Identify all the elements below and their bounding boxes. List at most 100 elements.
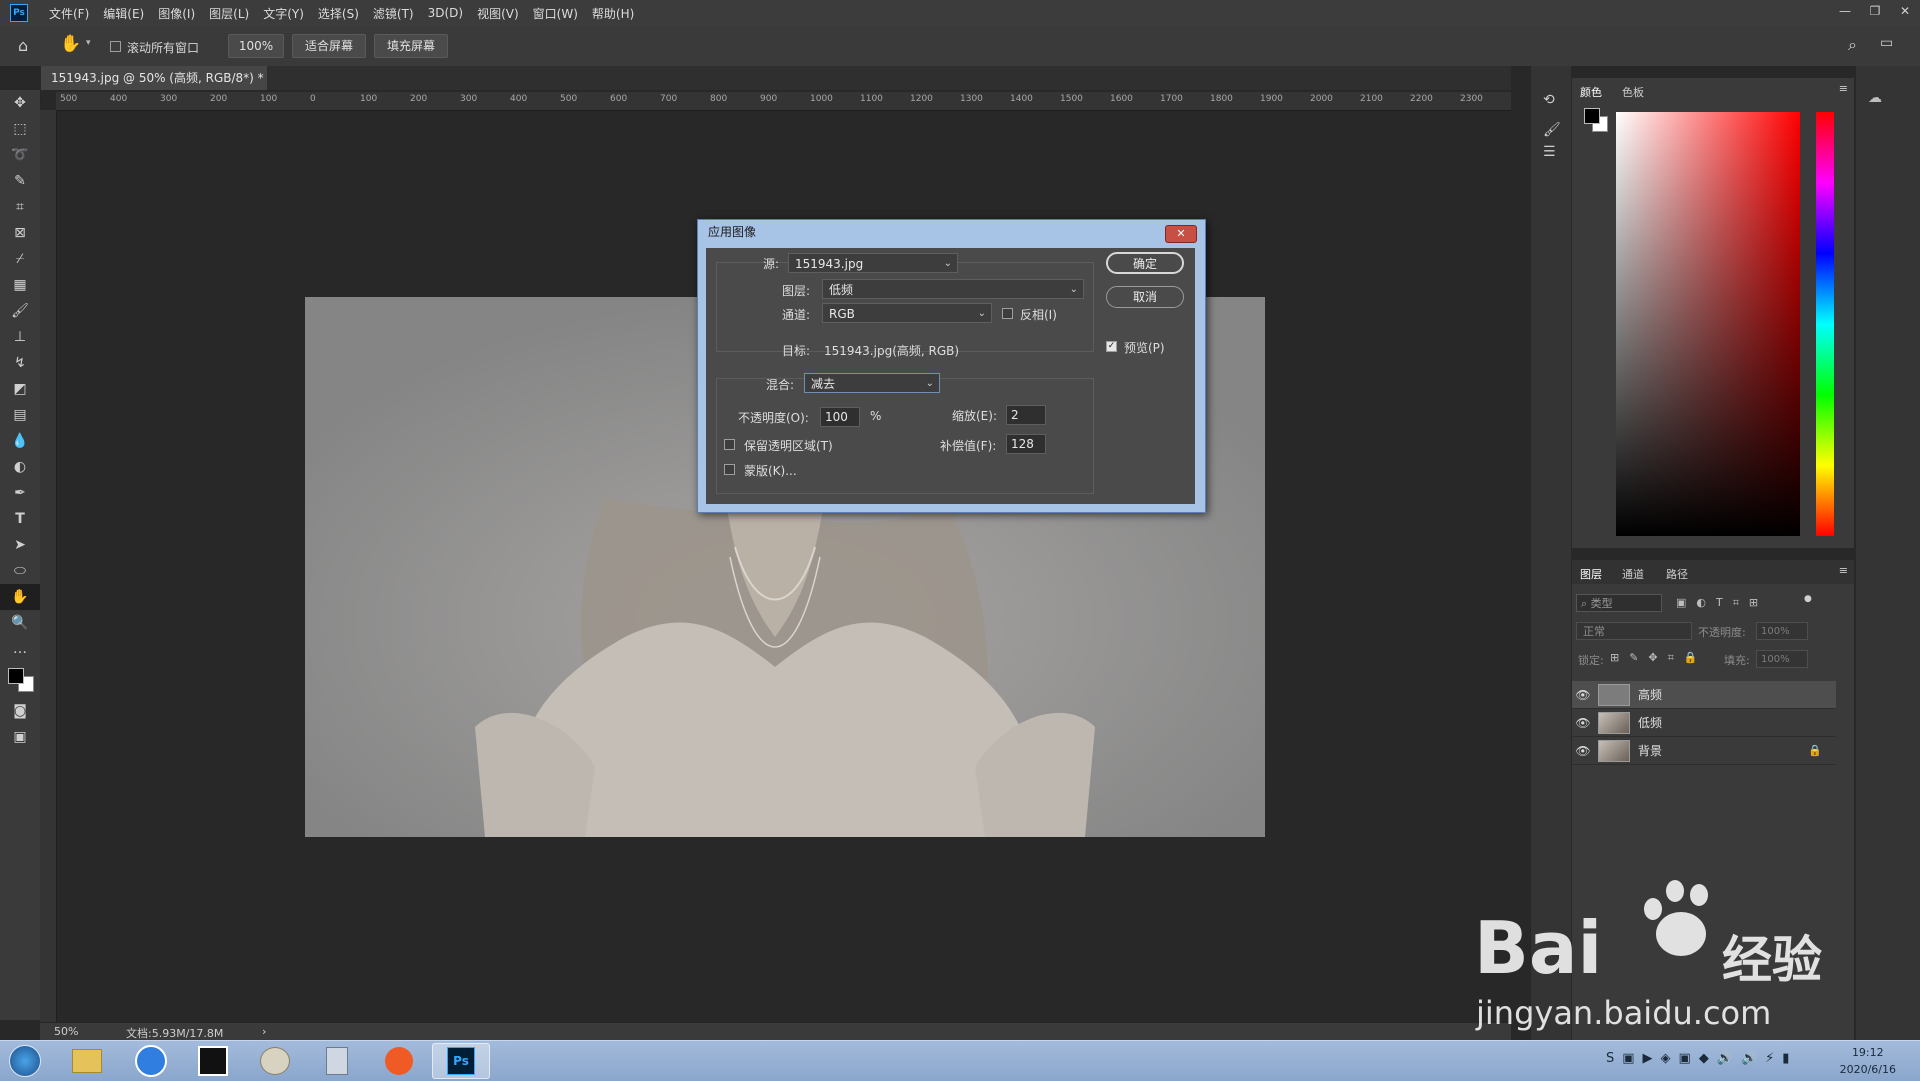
marquee-tool-icon[interactable]: ⬚ [0, 116, 40, 142]
tab-color[interactable]: 颜色 [1580, 84, 1602, 100]
menu-3d[interactable]: 3D(D) [421, 6, 470, 20]
menu-edit[interactable]: 编辑(E) [96, 5, 151, 22]
ok-button[interactable]: 确定 [1106, 252, 1184, 274]
lock-icons[interactable]: ⊞✎✥⌗🔒 [1610, 651, 1708, 665]
menu-select[interactable]: 选择(S) [311, 5, 366, 22]
preserve-transparency-checkbox[interactable] [724, 439, 735, 450]
menu-help[interactable]: 帮助(H) [585, 5, 641, 22]
taskbar-explorer[interactable] [58, 1043, 116, 1079]
foreground-color-swatch[interactable] [1584, 108, 1600, 124]
color-picker-field[interactable] [1616, 112, 1800, 536]
gradient-tool-icon[interactable]: ▤ [0, 402, 40, 428]
cloud-icon[interactable]: ☁ [1868, 90, 1920, 106]
layer-row-low-freq[interactable]: 👁 低频 [1572, 709, 1836, 737]
tab-channels[interactable]: 通道 [1622, 566, 1644, 582]
close-icon[interactable]: ✕ [1890, 0, 1920, 24]
fill-screen-button[interactable]: 填充屏幕 [374, 34, 448, 58]
move-tool-icon[interactable]: ✥ [0, 90, 40, 116]
eye-icon[interactable]: 👁 [1572, 688, 1594, 702]
scale-input[interactable]: 2 [1006, 405, 1046, 425]
home-icon[interactable]: ⌂ [18, 36, 28, 55]
system-tray-icons[interactable]: S▣▶◈▣◆🔊🔊⚡▮ [1606, 1051, 1797, 1066]
menu-type[interactable]: 文字(Y) [256, 5, 311, 22]
panel-menu-icon[interactable]: ≡ [1839, 82, 1848, 95]
pen-tool-icon[interactable]: ✒ [0, 480, 40, 506]
menu-layer[interactable]: 图层(L) [202, 5, 256, 22]
menu-image[interactable]: 图像(I) [151, 5, 202, 22]
shape-tool-icon[interactable]: ⬭ [0, 558, 40, 584]
fit-screen-button[interactable]: 适合屏幕 [292, 34, 366, 58]
more-tools-icon[interactable]: … [0, 636, 40, 662]
brush-settings-icon[interactable]: 🖌 [1543, 122, 1571, 138]
layer-select[interactable]: 低频 ⌄ [822, 279, 1084, 299]
foreground-color-swatch[interactable] [8, 668, 24, 684]
restore-icon[interactable]: ❐ [1860, 0, 1890, 24]
menu-window[interactable]: 窗口(W) [526, 5, 585, 22]
stamp-tool-icon[interactable]: ⊥ [0, 324, 40, 350]
menu-file[interactable]: 文件(F) [42, 5, 96, 22]
channel-select[interactable]: RGB ⌄ [822, 303, 992, 323]
system-clock[interactable]: 19:12 2020/6/16 [1840, 1044, 1896, 1078]
search-icon[interactable]: ⌕ [1848, 35, 1857, 55]
layer-filter-icons[interactable]: ▣◐T⌗⊞ [1676, 596, 1768, 610]
color-swatches[interactable] [0, 662, 40, 698]
history-panel-icon[interactable]: ⟲ [1543, 92, 1571, 108]
filter-toggle-icon[interactable]: ● [1804, 594, 1812, 604]
taskbar-sogou[interactable] [122, 1043, 180, 1079]
zoom-level[interactable]: 50% [54, 1025, 78, 1038]
zoom-100-button[interactable]: 100% [228, 34, 284, 58]
blur-tool-icon[interactable]: 💧 [0, 428, 40, 454]
offset-input[interactable]: 128 [1006, 434, 1046, 454]
eye-icon[interactable]: 👁 [1572, 744, 1594, 758]
eye-icon[interactable]: 👁 [1572, 716, 1594, 730]
zoom-tool-icon[interactable]: 🔍 [0, 610, 40, 636]
tab-swatches[interactable]: 色板 [1622, 84, 1644, 100]
blend-mode-select[interactable]: 正常 [1576, 622, 1692, 640]
panel-menu-icon[interactable]: ≡ [1839, 564, 1848, 577]
lasso-tool-icon[interactable]: ➰ [0, 142, 40, 168]
hue-slider[interactable] [1816, 112, 1834, 536]
document-tab[interactable]: 151943.jpg @ 50% (高频, RGB/8*) * × [41, 66, 267, 109]
tab-layers[interactable]: 图层 [1580, 566, 1602, 582]
frame-tool-icon[interactable]: ⊠ [0, 220, 40, 246]
brush-tool-icon[interactable]: 🖌 [0, 298, 40, 324]
taskbar-photoshop[interactable]: Ps [432, 1043, 490, 1079]
tab-paths[interactable]: 路径 [1666, 566, 1688, 582]
opacity-input[interactable]: 100 [820, 407, 860, 427]
quick-mask-icon[interactable]: ◙ [0, 698, 40, 724]
type-tool-icon[interactable]: T [0, 506, 40, 532]
eyedropper-tool-icon[interactable]: ⌿ [0, 246, 40, 272]
cancel-button[interactable]: 取消 [1106, 286, 1184, 308]
adjustments-icon[interactable]: ☰ [1543, 144, 1571, 160]
hand-tool-icon[interactable]: ✋ [0, 584, 40, 610]
layer-opacity-input[interactable]: 100% [1756, 622, 1808, 640]
layer-filter-select[interactable]: ⌕ 类型 [1576, 594, 1662, 612]
taskbar-calculator[interactable] [308, 1043, 366, 1079]
taskbar-video[interactable] [370, 1043, 428, 1079]
mask-checkbox[interactable] [724, 464, 735, 475]
menu-filter[interactable]: 滤镜(T) [366, 5, 421, 22]
taskbar-paint[interactable] [246, 1043, 304, 1079]
path-select-icon[interactable]: ➤ [0, 532, 40, 558]
hand-tool-icon[interactable]: ✋ [60, 34, 81, 54]
chevron-right-icon[interactable]: › [262, 1025, 266, 1038]
minimize-icon[interactable]: — [1830, 0, 1860, 24]
layer-row-background[interactable]: 👁 背景 🔒 [1572, 737, 1836, 765]
patch-tool-icon[interactable]: ▦ [0, 272, 40, 298]
source-select[interactable]: 151943.jpg ⌄ [788, 253, 958, 273]
workspace-icon[interactable]: ▭ [1880, 35, 1893, 51]
crop-tool-icon[interactable]: ⌗ [0, 194, 40, 220]
screen-mode-icon[interactable]: ▣ [0, 724, 40, 750]
history-brush-icon[interactable]: ↯ [0, 350, 40, 376]
taskbar-app[interactable] [184, 1043, 242, 1079]
invert-checkbox[interactable] [1002, 308, 1013, 319]
dodge-tool-icon[interactable]: ◐ [0, 454, 40, 480]
layer-fill-input[interactable]: 100% [1756, 650, 1808, 668]
preview-checkbox[interactable]: ✓ [1106, 341, 1117, 352]
scroll-all-checkbox[interactable] [110, 41, 121, 52]
close-icon[interactable]: ✕ [1165, 225, 1197, 243]
chevron-down-icon[interactable]: ▾ [86, 38, 91, 48]
start-button[interactable] [0, 1043, 50, 1079]
quick-select-tool-icon[interactable]: ✎ [0, 168, 40, 194]
layer-row-high-freq[interactable]: 👁 高频 [1572, 681, 1836, 709]
